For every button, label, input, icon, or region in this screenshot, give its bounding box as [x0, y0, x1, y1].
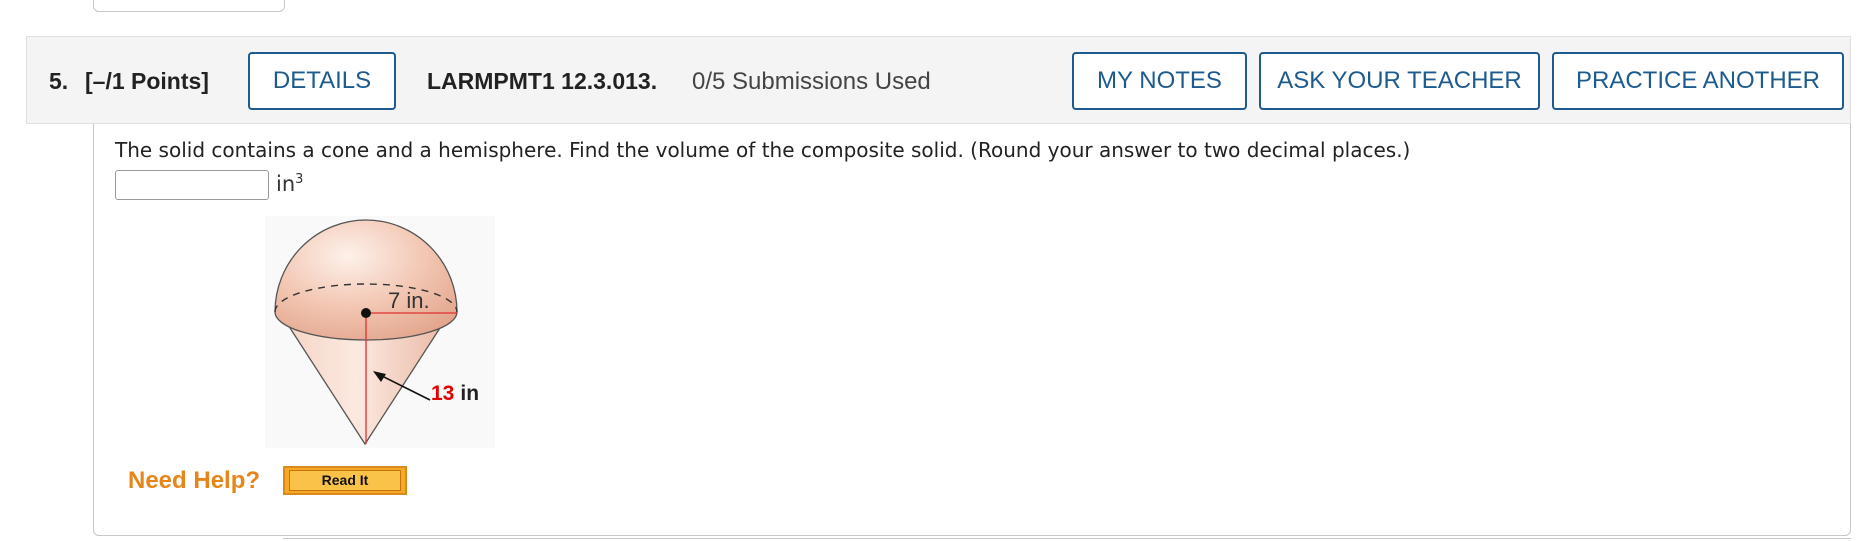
next-section-divider: [283, 538, 1851, 539]
submissions-used: 0/5 Submissions Used: [692, 68, 931, 95]
need-help-label: Need Help?: [128, 467, 261, 494]
question-number: 5.: [49, 68, 69, 94]
read-it-label: Read It: [289, 470, 401, 491]
question-header: 5. [–/1 Points] DETAILS LARMPMT1 12.3.01…: [26, 36, 1851, 124]
radius-label: 7 in.: [388, 288, 430, 313]
details-button[interactable]: DETAILS: [248, 52, 396, 110]
question-prompt: The solid contains a cone and a hemisphe…: [115, 138, 1411, 162]
question-code: LARMPMT1 12.3.013.: [427, 68, 658, 94]
question-points: [–/1 Points]: [85, 68, 209, 94]
ask-your-teacher-button[interactable]: ASK YOUR TEACHER: [1259, 52, 1540, 110]
slant-value: 13: [431, 382, 454, 405]
previous-question-box: [93, 0, 285, 12]
read-it-button[interactable]: Read It: [283, 466, 407, 495]
slant-unit: in: [460, 382, 479, 405]
practice-another-button[interactable]: PRACTICE ANOTHER: [1552, 52, 1844, 110]
unit-text: in: [276, 172, 296, 196]
answer-input[interactable]: [115, 170, 269, 200]
unit-exponent: 3: [295, 172, 304, 187]
center-point: [361, 308, 371, 318]
composite-solid-figure: 7 in. 13 in: [265, 216, 495, 448]
my-notes-button[interactable]: MY NOTES: [1072, 52, 1247, 110]
answer-unit: in3: [276, 172, 303, 196]
